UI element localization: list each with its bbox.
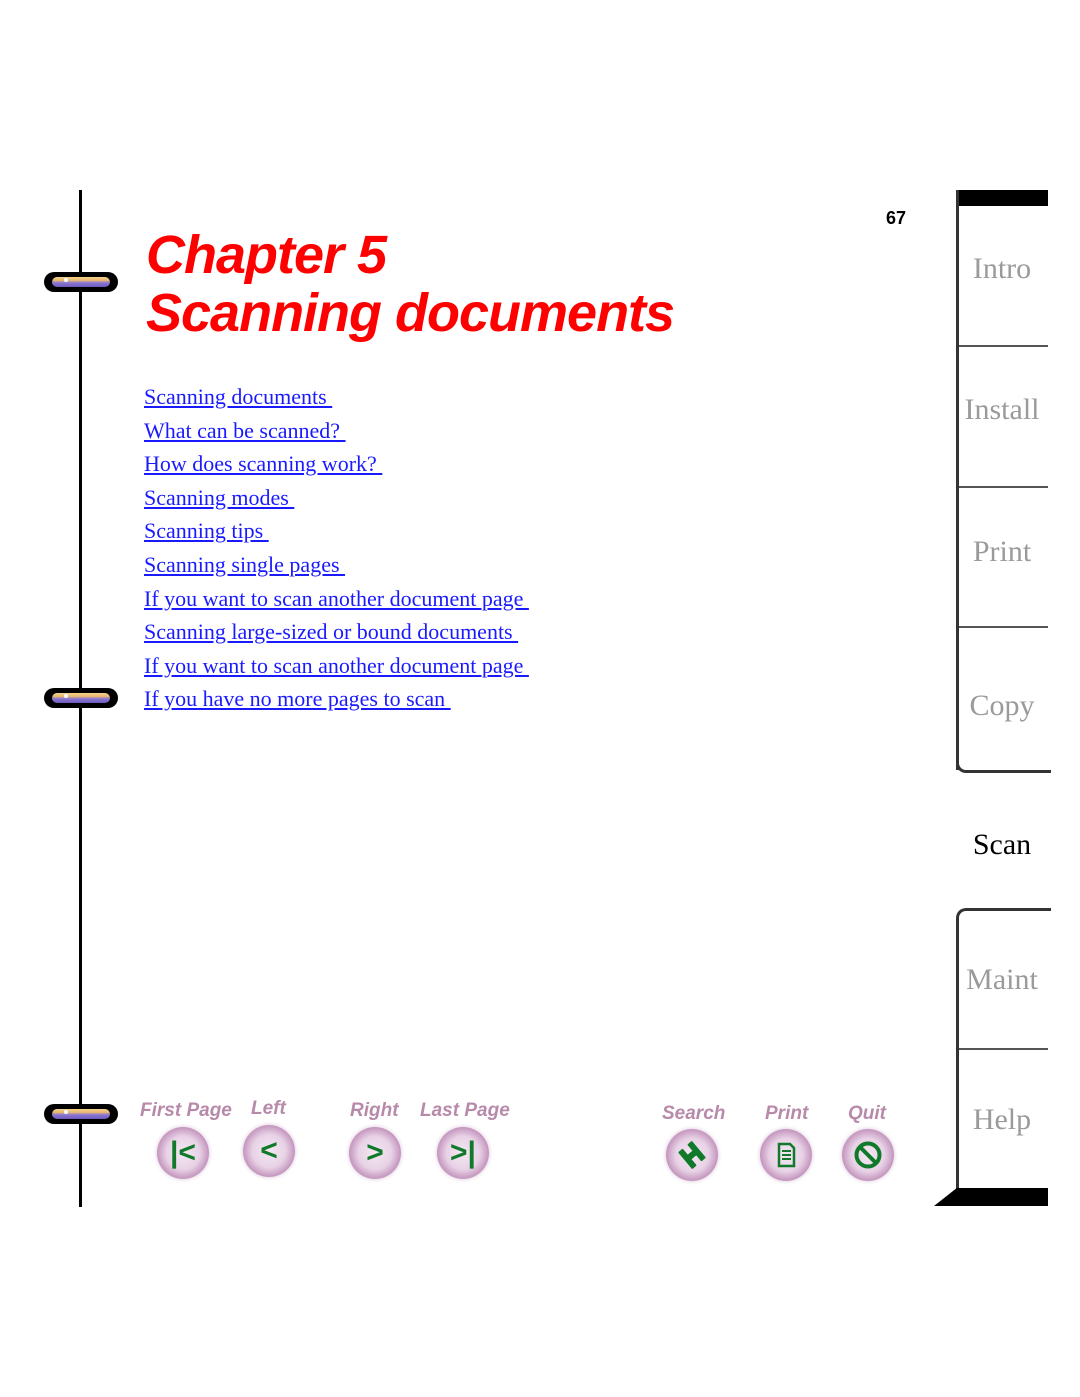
tab-maint[interactable]: Maint [956, 963, 1048, 997]
toc-link[interactable]: If you want to scan another document pag… [144, 653, 529, 678]
binder-ring [44, 688, 118, 708]
first-page-icon: |< [170, 1136, 196, 1169]
toc-link[interactable]: Scanning modes [144, 485, 294, 510]
chapter-name: Scanning documents [146, 283, 675, 343]
chapter-contents-list: Scanning documents What can be scanned? … [144, 382, 529, 718]
first-page-button[interactable]: |< [157, 1127, 209, 1179]
page-number: 67 [886, 208, 907, 228]
tab-divider [959, 1048, 1048, 1050]
right-arrow-icon: > [366, 1136, 384, 1169]
tab-intro[interactable]: Intro [956, 252, 1048, 286]
list-item: How does scanning work? [144, 449, 529, 483]
left-button[interactable]: < [243, 1125, 295, 1177]
toc-link[interactable]: What can be scanned? [144, 418, 346, 443]
search-binoculars-icon [678, 1141, 706, 1169]
toc-link[interactable]: Scanning single pages [144, 552, 345, 577]
toc-link[interactable]: Scanning tips [144, 518, 269, 543]
quit-label: Quit [848, 1103, 886, 1124]
list-item: If you want to scan another document pag… [144, 584, 529, 618]
left-label: Left [251, 1098, 286, 1119]
list-item: Scanning tips [144, 516, 529, 550]
list-item: What can be scanned? [144, 416, 529, 450]
right-label: Right [350, 1100, 399, 1121]
tab-divider [959, 626, 1048, 628]
tab-help[interactable]: Help [956, 1103, 1048, 1137]
toc-link[interactable]: If you want to scan another document pag… [144, 586, 529, 611]
list-item: Scanning single pages [144, 550, 529, 584]
list-item: If you have no more pages to scan [144, 684, 529, 718]
search-button[interactable] [666, 1129, 718, 1181]
tab-bottom-bar [934, 1188, 1048, 1206]
chapter-title: Chapter 5 Scanning documents [146, 225, 675, 343]
tab-copy[interactable]: Copy [956, 689, 1048, 723]
left-arrow-icon: < [260, 1134, 278, 1167]
toc-link[interactable]: Scanning documents [144, 384, 332, 409]
print-button[interactable] [760, 1129, 812, 1181]
last-page-button[interactable]: >| [437, 1127, 489, 1179]
tab-print[interactable]: Print [956, 535, 1048, 569]
print-label: Print [765, 1103, 809, 1124]
tab-divider [959, 345, 1048, 347]
toc-link[interactable]: How does scanning work? [144, 451, 382, 476]
last-page-icon: >| [450, 1136, 476, 1169]
tab-scan[interactable]: Scan [956, 828, 1048, 862]
tab-divider [959, 486, 1048, 488]
list-item: If you want to scan another document pag… [144, 651, 529, 685]
quit-prohibit-icon [854, 1141, 882, 1169]
tab-install[interactable]: Install [956, 393, 1048, 427]
toc-link[interactable]: Scanning large-sized or bound documents [144, 619, 518, 644]
chapter-number: Chapter 5 [146, 225, 387, 285]
first-page-label: First Page [140, 1100, 232, 1121]
toc-link[interactable]: If you have no more pages to scan [144, 686, 451, 711]
list-item: Scanning documents [144, 382, 529, 416]
section-tabs: Intro Install Print Copy Scan Maint Help [934, 190, 1051, 1206]
list-item: Scanning large-sized or bound documents [144, 617, 529, 651]
tab-frame [956, 750, 1051, 773]
quit-button[interactable] [842, 1129, 894, 1181]
right-button[interactable]: > [349, 1127, 401, 1179]
search-label: Search [662, 1103, 726, 1124]
list-item: Scanning modes [144, 483, 529, 517]
binder-ring [44, 1104, 118, 1124]
print-document-icon [777, 1142, 796, 1168]
last-page-label: Last Page [420, 1100, 510, 1121]
binder-ring [44, 272, 118, 292]
